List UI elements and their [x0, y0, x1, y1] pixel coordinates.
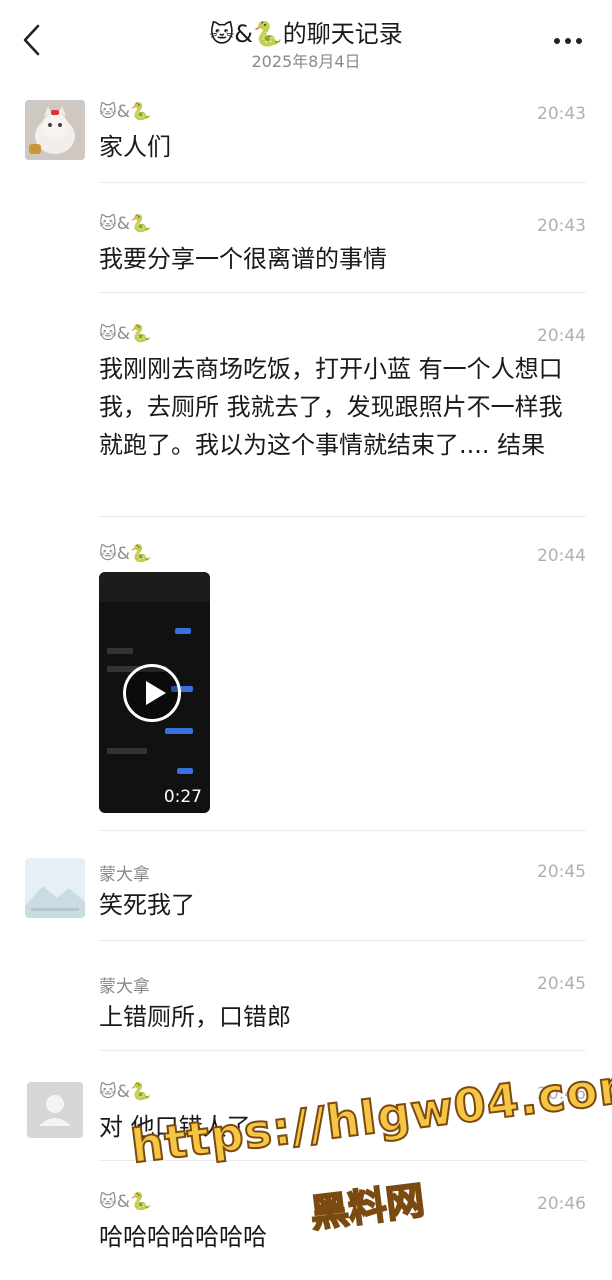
message-time: 20:44	[537, 546, 586, 566]
message-time: 20:45	[537, 974, 586, 994]
message-time: 20:43	[537, 216, 586, 236]
divider	[99, 292, 586, 293]
message-text: 笑死我了	[99, 891, 195, 919]
landscape-placeholder-icon	[25, 858, 85, 918]
divider	[99, 182, 586, 183]
default-user-icon	[27, 1082, 83, 1138]
sender-name: 🐱&🐍	[99, 214, 152, 234]
play-icon[interactable]	[123, 664, 181, 722]
page-date: 2025年8月4日	[251, 52, 361, 71]
cat-avatar-image	[25, 100, 85, 160]
divider	[99, 940, 586, 941]
sender-name: 🐱&🐍	[99, 1082, 152, 1102]
watermark-name: 黑料网	[307, 1177, 428, 1237]
message-text: 上错厕所，口错郎	[99, 1003, 291, 1031]
more-button[interactable]	[554, 36, 584, 46]
avatar[interactable]	[25, 858, 85, 918]
message-text: 我要分享一个很离谱的事情	[99, 245, 387, 273]
sender-name: 蒙大拿	[99, 977, 150, 997]
sender-name: 蒙大拿	[99, 865, 150, 885]
divider	[99, 830, 586, 831]
message-text: 家人们	[99, 133, 171, 161]
divider	[99, 516, 586, 517]
avatar[interactable]	[27, 1082, 83, 1138]
video-message[interactable]: 0:27	[99, 572, 210, 813]
page-title: 🐱&🐍的聊天记录	[209, 20, 403, 48]
message-text: 我刚刚去商场吃饭，打开小蓝 有一个人想口我，去厕所 我就去了，发现跟照片不一样我…	[99, 355, 563, 459]
sender-name: 🐱&🐍	[99, 324, 152, 344]
more-dots-icon	[554, 38, 560, 44]
sender-name: 🐱&🐍	[99, 102, 152, 122]
divider	[99, 1050, 586, 1051]
watermark: https://hlgw04.com 黑料网	[127, 1056, 612, 1242]
chat-header: 🐱&🐍的聊天记录 2025年8月4日	[0, 0, 612, 86]
avatar[interactable]	[25, 100, 85, 160]
message-time: 20:44	[537, 326, 586, 346]
watermark-url: https://hlgw04.com	[127, 1056, 612, 1175]
message-time: 20:45	[537, 862, 586, 882]
video-duration: 0:27	[163, 787, 202, 807]
sender-name: 🐱&🐍	[99, 544, 152, 564]
message-time: 20:43	[537, 104, 586, 124]
